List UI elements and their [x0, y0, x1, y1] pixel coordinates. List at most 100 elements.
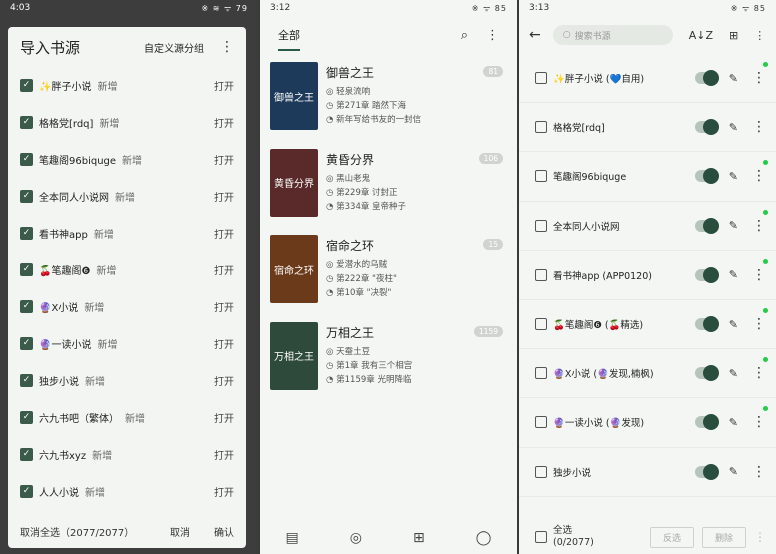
- row-checkbox[interactable]: [535, 72, 547, 85]
- edit-icon[interactable]: ✎: [729, 268, 738, 281]
- row-checkbox[interactable]: [535, 416, 547, 429]
- edit-icon[interactable]: ✎: [729, 219, 738, 232]
- enable-toggle[interactable]: [694, 119, 719, 136]
- source-item[interactable]: ✓ 🍒笔趣阁❻ 新增 打开: [8, 251, 246, 288]
- more-icon[interactable]: ⋮: [754, 29, 765, 42]
- checkbox-checked-icon[interactable]: ✓: [20, 189, 33, 203]
- bookshelf-nav-icon[interactable]: ▤: [286, 530, 299, 546]
- profile-nav-icon[interactable]: ◯: [476, 530, 492, 546]
- more-icon[interactable]: ⋮: [752, 465, 766, 479]
- source-row[interactable]: 🔮一读小说 (🔮发现) ✎ ⋮: [519, 398, 776, 448]
- source-row[interactable]: 看书神app (APP0120) ✎ ⋮: [519, 251, 776, 300]
- checkbox-checked-icon[interactable]: ✓: [20, 484, 33, 498]
- source-row[interactable]: 🍒笔趣阁❻ (🍒精选) ✎ ⋮: [519, 300, 776, 350]
- checkbox-checked-icon[interactable]: ✓: [20, 263, 33, 277]
- source-item[interactable]: ✓ 六九书吧（繁体） 新增 打开: [8, 399, 246, 436]
- source-row[interactable]: ✨胖子小说 (💙自用) ✎ ⋮: [519, 54, 776, 104]
- row-checkbox[interactable]: [535, 219, 547, 232]
- enable-toggle[interactable]: [694, 217, 719, 234]
- row-checkbox[interactable]: [535, 170, 547, 183]
- source-item[interactable]: ✓ 🔮一读小说 新增 打开: [8, 325, 246, 362]
- open-button[interactable]: 打开: [214, 189, 234, 204]
- book-item[interactable]: 宿命之环 宿命之环 ◎ 爱潜水的乌贼 ◷ 第222章 "夜柱" ◔ 第10章 "决裂" 1…: [260, 227, 517, 314]
- search-input[interactable]: ○ 搜索书源: [552, 25, 673, 45]
- checkbox-checked-icon[interactable]: ✓: [20, 115, 33, 129]
- select-all-label[interactable]: 全选 (0/2077): [553, 525, 642, 549]
- source-row[interactable]: 笔趣阁96biquge ✎ ⋮: [519, 152, 776, 202]
- more-icon[interactable]: ⋮: [752, 120, 766, 134]
- open-button[interactable]: 打开: [214, 410, 234, 425]
- tab-all[interactable]: 全部: [278, 27, 443, 51]
- row-checkbox[interactable]: [535, 318, 547, 331]
- open-button[interactable]: 打开: [214, 78, 234, 93]
- book-cover[interactable]: 宿命之环: [270, 235, 318, 303]
- book-item[interactable]: 万相之王 万相之王 ◎ 天蚕土豆 ◷ 第1章 我有三个相宫 ◔ 第1159章 光明降临 1…: [260, 314, 517, 401]
- open-button[interactable]: 打开: [214, 115, 234, 130]
- source-item[interactable]: ✓ 🔮X小说 新增 打开: [8, 288, 246, 325]
- edit-icon[interactable]: ✎: [729, 170, 738, 183]
- edit-icon[interactable]: ✎: [729, 465, 738, 478]
- sort-az-icon[interactable]: A↓Z: [689, 29, 713, 42]
- checkbox-checked-icon[interactable]: ✓: [20, 410, 33, 424]
- more-icon[interactable]: ⋮: [486, 28, 499, 43]
- discover-nav-icon[interactable]: ◎: [350, 530, 362, 546]
- more-icon[interactable]: ⋮: [752, 415, 766, 429]
- checkbox-checked-icon[interactable]: ✓: [20, 337, 33, 351]
- checkbox-checked-icon[interactable]: ✓: [20, 226, 33, 240]
- deselect-all-button[interactable]: 取消全选（2077/2077）: [20, 524, 170, 539]
- confirm-button[interactable]: 确认: [214, 524, 234, 539]
- source-row[interactable]: 格格党[rdq] ✎ ⋮: [519, 103, 776, 153]
- more-icon[interactable]: ⋮: [752, 317, 766, 331]
- edit-icon[interactable]: ✎: [729, 367, 738, 380]
- row-checkbox[interactable]: [535, 268, 547, 281]
- source-row[interactable]: 独步小说 ✎ ⋮: [519, 448, 776, 497]
- edit-icon[interactable]: ✎: [729, 121, 738, 134]
- book-item[interactable]: 御兽之王 御兽之王 ◎ 轻泉流响 ◷ 第271章 踏然下海 ◔ 新年写给书友的一封信 81: [260, 54, 517, 141]
- row-checkbox[interactable]: [535, 465, 547, 478]
- enable-toggle[interactable]: [694, 463, 719, 480]
- open-button[interactable]: 打开: [214, 447, 234, 462]
- more-icon[interactable]: ⋮: [220, 40, 234, 54]
- cancel-button[interactable]: 取消: [170, 524, 190, 539]
- book-cover[interactable]: 御兽之王: [270, 62, 318, 130]
- source-row[interactable]: 🔮X小说 (🔮发现,楠枫) ✎ ⋮: [519, 349, 776, 399]
- open-button[interactable]: 打开: [214, 336, 234, 351]
- select-all-checkbox[interactable]: [535, 531, 547, 543]
- checkbox-checked-icon[interactable]: ✓: [20, 374, 33, 388]
- more-icon[interactable]: ⋮: [752, 268, 766, 282]
- edit-icon[interactable]: ✎: [729, 416, 738, 429]
- row-checkbox[interactable]: [535, 367, 547, 380]
- search-icon[interactable]: ⌕: [461, 28, 468, 43]
- book-item[interactable]: 黄昏分界 黄昏分界 ◎ 黑山老鬼 ◷ 第229章 讨封正 ◔ 第334章 皇帝种子 106: [260, 141, 517, 228]
- enable-toggle[interactable]: [694, 168, 719, 185]
- checkbox-checked-icon[interactable]: ✓: [20, 447, 33, 461]
- open-button[interactable]: 打开: [214, 373, 234, 388]
- custom-group-button[interactable]: 自定义源分组: [144, 40, 204, 55]
- source-item[interactable]: ✓ 人人小说 新增 打开: [8, 473, 246, 510]
- open-button[interactable]: 打开: [214, 152, 234, 167]
- source-item[interactable]: ✓ ✨胖子小说 新增 打开: [8, 67, 246, 104]
- row-checkbox[interactable]: [535, 121, 547, 134]
- enable-toggle[interactable]: [694, 414, 719, 431]
- source-item[interactable]: ✓ 格格党[rdq] 新增 打开: [8, 104, 246, 141]
- more-icon[interactable]: ⋮: [752, 71, 766, 85]
- open-button[interactable]: 打开: [214, 226, 234, 241]
- bookmark-nav-icon[interactable]: ⊞: [413, 530, 425, 546]
- enable-toggle[interactable]: [694, 266, 719, 283]
- group-icon[interactable]: ⊞: [729, 29, 738, 42]
- delete-button[interactable]: 删除: [701, 526, 746, 548]
- edit-icon[interactable]: ✎: [729, 72, 738, 85]
- book-cover[interactable]: 黄昏分界: [270, 148, 318, 217]
- checkbox-checked-icon[interactable]: ✓: [20, 78, 33, 92]
- enable-toggle[interactable]: [694, 316, 719, 333]
- source-item[interactable]: ✓ 全本同人小说网 新增 打开: [8, 178, 246, 215]
- more-icon[interactable]: ⋮: [752, 169, 766, 183]
- enable-toggle[interactable]: [694, 365, 719, 382]
- source-item[interactable]: ✓ 笔趣阁96biquge 新增 打开: [8, 141, 246, 178]
- open-button[interactable]: 打开: [214, 484, 234, 499]
- more-icon[interactable]: ⋮: [752, 366, 766, 380]
- source-item[interactable]: ✓ 六九书xyz 新增 打开: [8, 436, 246, 473]
- source-row[interactable]: 全本同人小说网 ✎ ⋮: [519, 202, 776, 251]
- checkbox-checked-icon[interactable]: ✓: [20, 152, 33, 166]
- checkbox-checked-icon[interactable]: ✓: [20, 300, 33, 314]
